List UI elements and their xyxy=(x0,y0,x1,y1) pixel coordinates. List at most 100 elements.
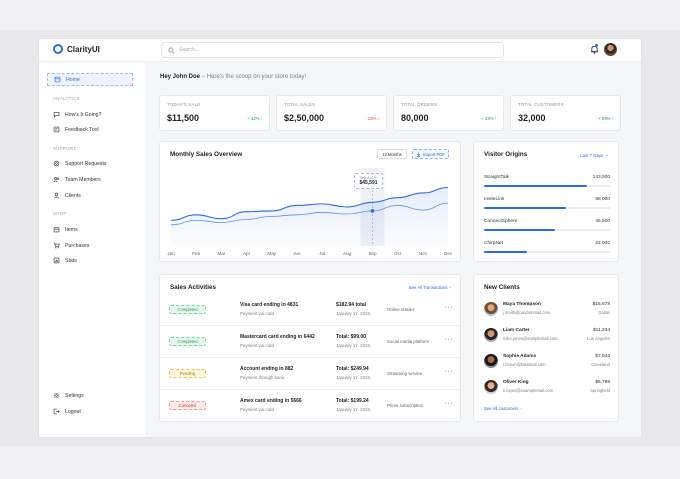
see-all-customers-link[interactable]: See All customers › xyxy=(484,406,522,411)
app-name: ClarityUI xyxy=(67,44,100,54)
client-amount: $6,789 xyxy=(595,380,610,385)
transaction-row[interactable]: Completed Mastercard card ending in 6442 P… xyxy=(160,326,462,358)
app-window: ClarityUI Home ANALYTICS How's It Going?… xyxy=(38,38,642,438)
sidebar-item-home[interactable]: Home xyxy=(47,73,133,86)
search-bar[interactable] xyxy=(161,42,504,58)
visitor-origins-title: Visitor Origins xyxy=(484,151,528,158)
transaction-row[interactable]: Pending Account ending in 882 Payment thro… xyxy=(160,358,462,390)
client-row[interactable]: Sophie Adams t.brown@fakemail.com $7,543 Cl… xyxy=(484,352,610,374)
support-icon xyxy=(53,160,60,167)
sidebar-item-hows-it-going[interactable]: How's It Going? xyxy=(47,108,133,121)
more-options-icon[interactable]: ··· xyxy=(445,304,454,311)
client-row[interactable]: Liam Carter mike.jones@samplemail.com $11,… xyxy=(484,326,610,348)
client-name: Oliver King xyxy=(503,380,529,385)
x-tick-label: Dec xyxy=(443,251,453,256)
transaction-date: January 17, 2025 xyxy=(336,375,370,380)
sidebar-item-items[interactable]: Items xyxy=(47,223,133,236)
avatar xyxy=(484,328,498,342)
chart-tooltip: Sep 2025 $45,591 xyxy=(354,173,383,189)
x-tick-label: Nov xyxy=(418,251,427,256)
client-email: j.smith@randommail.com xyxy=(503,310,551,315)
transaction-subtitle: Payment via card xyxy=(240,407,274,412)
transaction-row[interactable]: Completed Visa card ending in 4831 Payment… xyxy=(160,294,462,326)
range-dropdown[interactable]: Last 7 Days ⌄ xyxy=(580,152,609,158)
transaction-total: $182.94 total xyxy=(336,302,367,308)
section-label-analytics: ANALYTICS xyxy=(53,96,80,101)
logout-icon xyxy=(53,408,60,415)
sidebar-item-purchases[interactable]: Purchases xyxy=(47,239,133,252)
search-icon xyxy=(168,46,175,54)
box-icon xyxy=(53,227,60,233)
transaction-type: Online retailer xyxy=(387,307,415,312)
origin-track xyxy=(484,207,610,209)
tooltip-value: $45,591 xyxy=(359,180,378,186)
client-city: Springfield xyxy=(590,388,610,393)
sidebar-item-label: Items xyxy=(65,226,78,233)
stat-card-total-customers: TOTAL CUSTOMERS 32,000 + 29% ↑ xyxy=(510,95,621,131)
search-input[interactable] xyxy=(179,47,479,53)
client-city: Cleveland xyxy=(591,362,610,367)
logo[interactable]: ClarityUI xyxy=(53,44,100,54)
stat-card-total-orders: TOTAL ORDERS 80,000 + 33% ↑ xyxy=(393,95,504,131)
sidebar-item-team-members[interactable]: Team Members xyxy=(47,173,133,186)
client-row[interactable]: Maya Thompson j.smith@randommail.com $15,6… xyxy=(484,300,610,322)
x-tick-label: Feb xyxy=(192,251,201,256)
origin-value: 22,000 xyxy=(595,241,610,246)
arrow-right-icon: › xyxy=(449,285,451,290)
client-name: Liam Carter xyxy=(503,328,530,333)
transactions-list: Completed Visa card ending in 4831 Payment… xyxy=(160,294,462,422)
status-badge: Canceled xyxy=(169,401,206,410)
origin-value: 143,500 xyxy=(592,175,610,180)
transaction-title: Account ending in 882 xyxy=(240,366,294,372)
link-label: See All Transactions xyxy=(408,285,448,290)
stat-label: TODAY'S SALE xyxy=(167,102,201,107)
chevron-down-icon: ⌄ xyxy=(605,152,609,157)
stat-value: 32,000 xyxy=(518,113,546,123)
transaction-date: January 17, 2025 xyxy=(336,407,370,412)
transaction-date: January 17, 2025 xyxy=(336,311,370,316)
client-row[interactable]: Oliver King k.lopez@examplemail.com $6,789… xyxy=(484,378,610,400)
transaction-title: Amex card ending in 5666 xyxy=(240,398,302,404)
client-amount: $15,678 xyxy=(592,302,610,307)
more-options-icon[interactable]: ··· xyxy=(445,368,454,375)
cart-icon xyxy=(53,242,60,249)
client-name: Maya Thompson xyxy=(503,302,541,307)
greeting-subtitle: Here's the scoop on your store today! xyxy=(206,74,307,80)
x-tick-label: Jul xyxy=(319,251,326,256)
see-all-transactions-link[interactable]: See All Transactions › xyxy=(409,285,451,290)
origin-track xyxy=(484,185,610,187)
transaction-date: January 17, 2025 xyxy=(336,343,370,348)
transaction-row[interactable]: Canceled Amex card ending in 5666 Payment … xyxy=(160,390,462,422)
transaction-type: Streaming service xyxy=(387,371,423,376)
more-options-icon[interactable]: ··· xyxy=(445,400,454,407)
sidebar-item-label: Logout xyxy=(65,408,81,415)
transaction-type: Social media platform xyxy=(387,339,430,344)
sidebar-item-logout[interactable]: Logout xyxy=(47,405,133,418)
sidebar-item-feedback-tool[interactable]: Feedback Tool xyxy=(47,123,133,136)
x-tick-label: May xyxy=(267,251,277,256)
transaction-title: Visa card ending in 4831 xyxy=(240,302,299,308)
client-email: mike.jones@samplemail.com xyxy=(503,336,558,341)
stat-change: + 33% ↑ xyxy=(481,116,497,121)
chat-icon xyxy=(53,112,60,118)
stats-icon xyxy=(53,257,60,264)
sidebar: Home ANALYTICS How's It Going? Feedback … xyxy=(39,63,147,437)
sales-line-chart xyxy=(170,168,449,246)
sidebar-item-label: Stats xyxy=(65,257,77,264)
data-point xyxy=(370,209,375,213)
user-avatar[interactable] xyxy=(604,43,617,56)
transaction-total: Total: $199.24 xyxy=(336,398,369,404)
more-options-icon[interactable]: ··· xyxy=(445,336,454,343)
client-email: k.lopez@examplemail.com xyxy=(503,388,554,393)
origin-value: 45,500 xyxy=(595,219,610,224)
sidebar-item-settings[interactable]: Settings xyxy=(47,389,133,402)
stat-change: - 15% ↓ xyxy=(365,116,380,121)
client-amount: $7,543 xyxy=(595,354,610,359)
sidebar-item-stats[interactable]: Stats xyxy=(47,254,133,267)
feedback-icon xyxy=(53,126,60,133)
logo-icon xyxy=(53,44,63,54)
sidebar-item-label: How's It Going? xyxy=(65,111,102,118)
x-tick-label: Jun xyxy=(293,251,301,256)
sidebar-item-clients[interactable]: Clients xyxy=(47,189,133,202)
sidebar-item-support-requests[interactable]: Support Requests xyxy=(47,157,133,170)
